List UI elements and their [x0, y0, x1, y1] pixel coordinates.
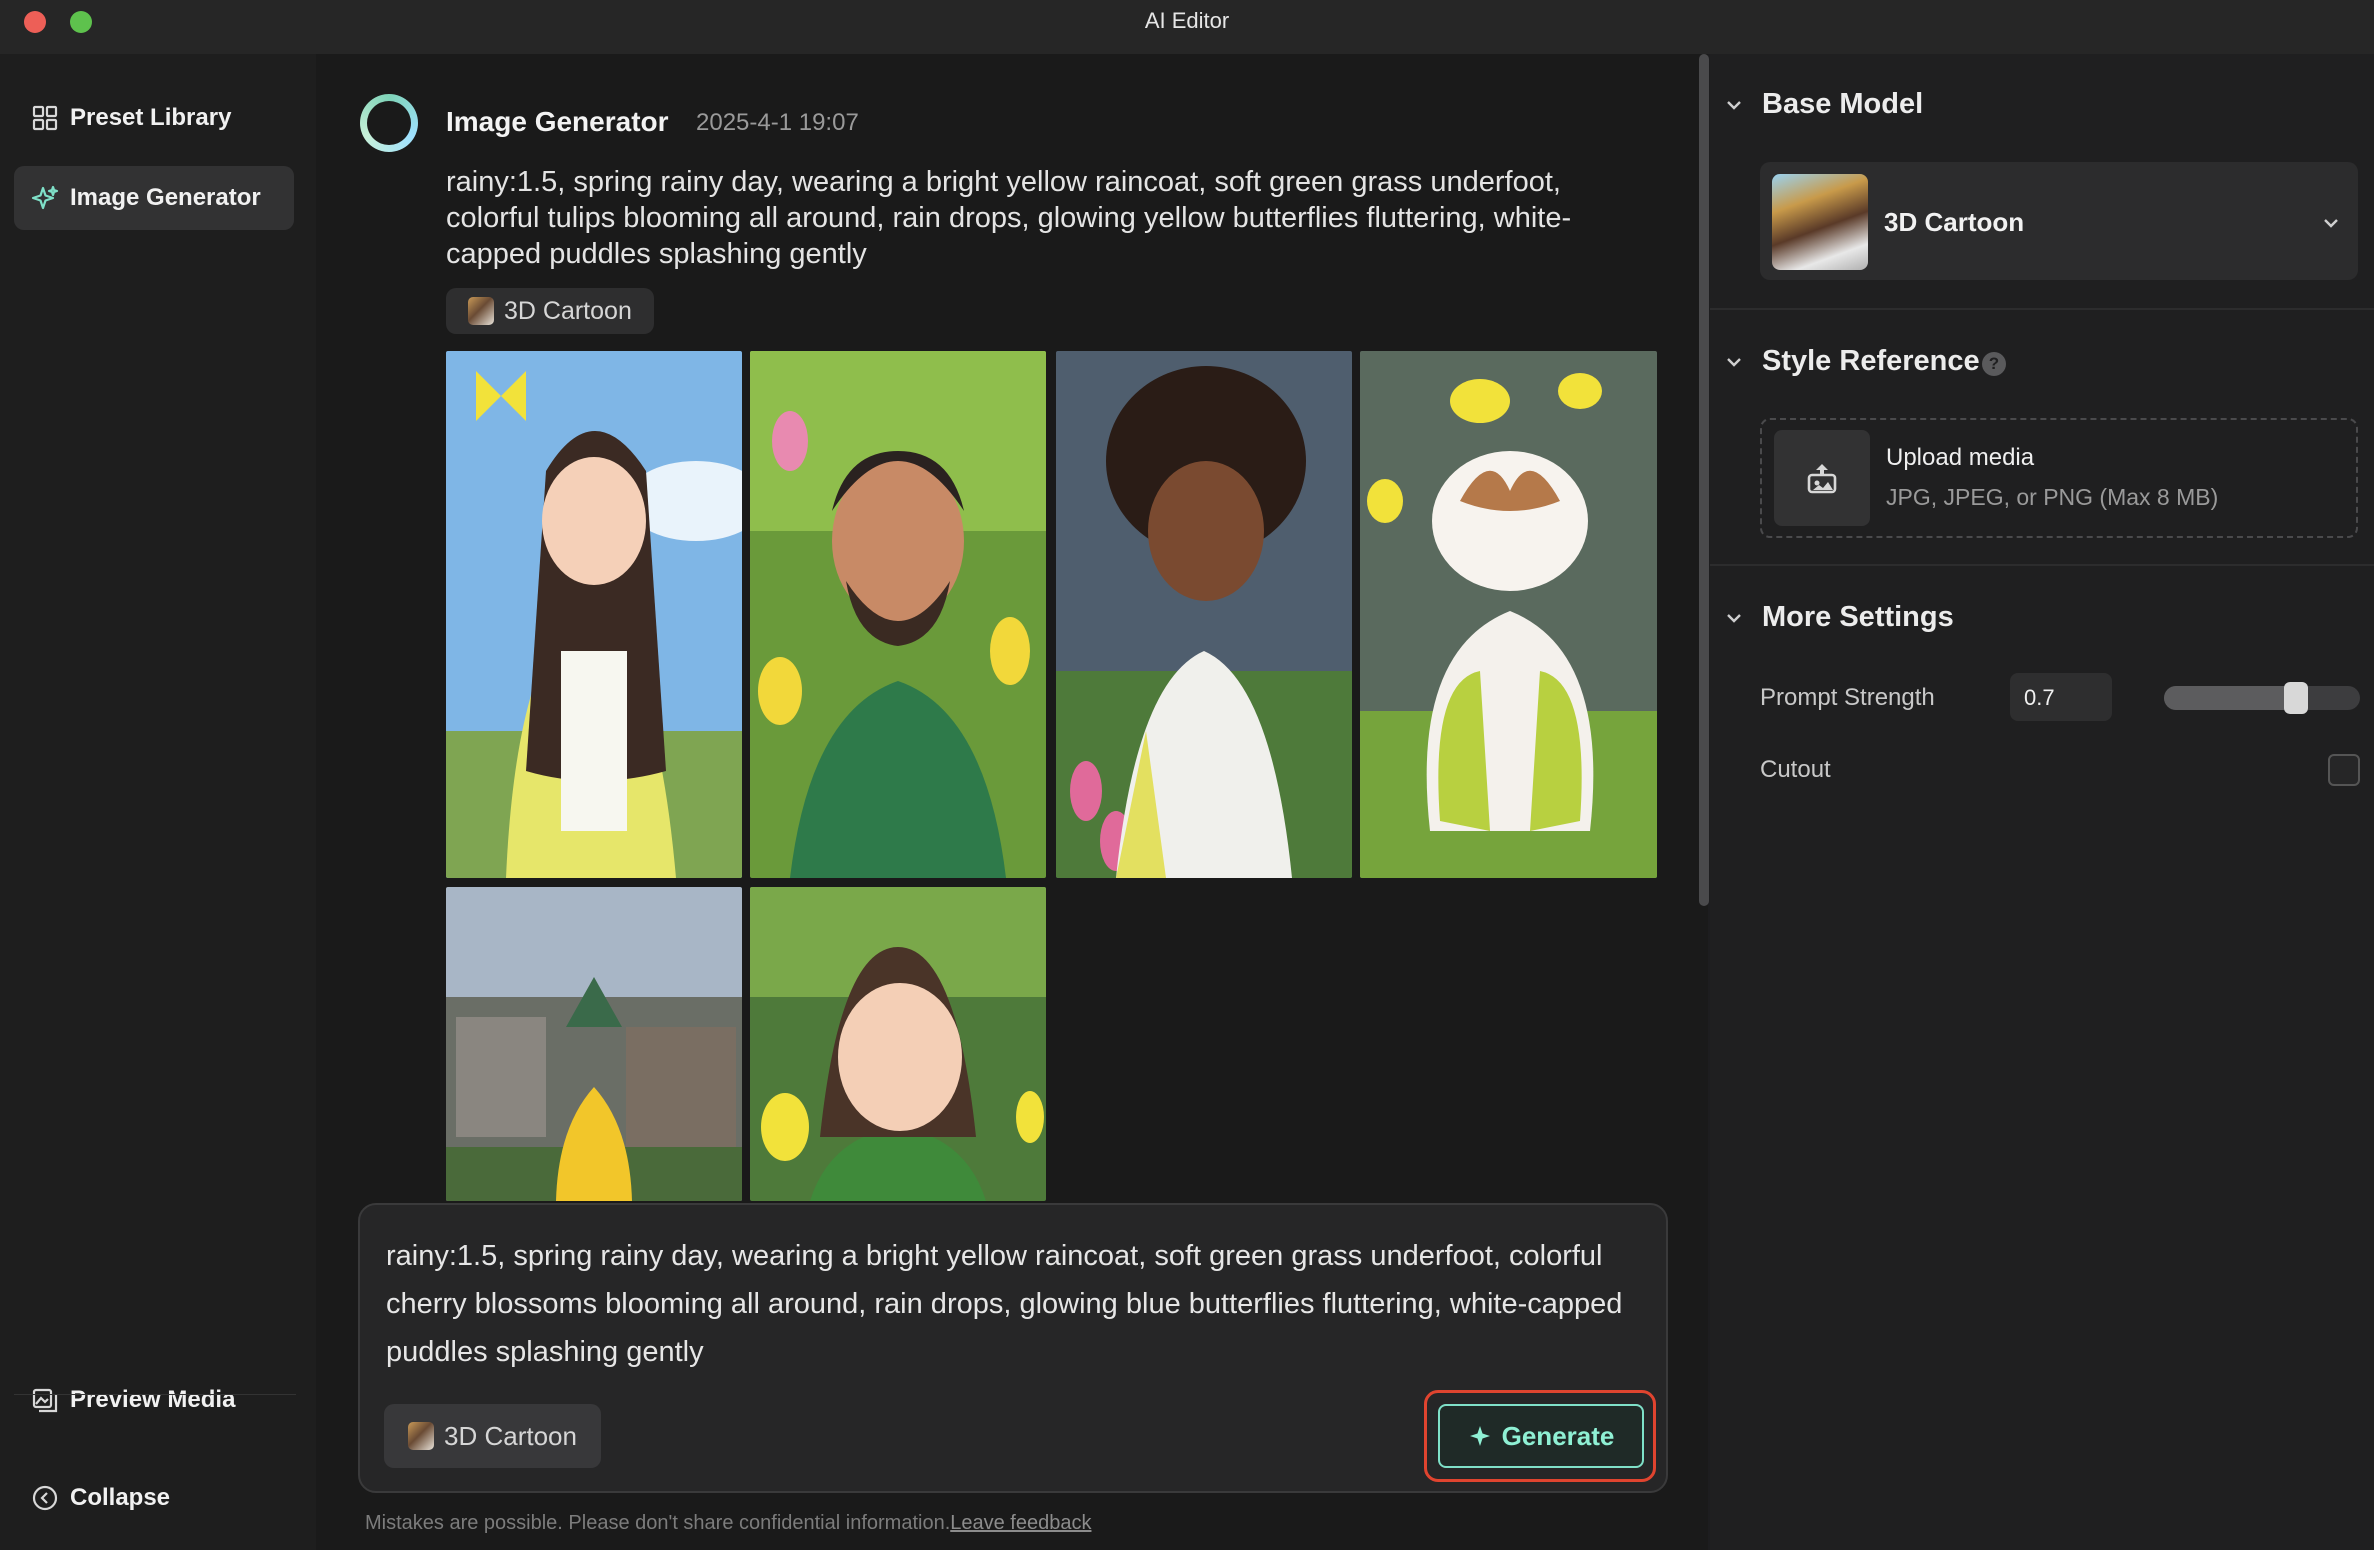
- result-image[interactable]: [446, 351, 742, 878]
- composer-model-chip-label: 3D Cartoon: [444, 1420, 577, 1451]
- sidebar-item-preset-library[interactable]: Preset Library: [14, 86, 294, 150]
- model-thumbnail: [408, 1422, 434, 1450]
- cutout-checkbox[interactable]: [2328, 754, 2360, 786]
- sidebar-item-label: Preset Library: [70, 104, 232, 131]
- more-settings-title: More Settings: [1762, 601, 1954, 633]
- style-reference-section-header[interactable]: Style Reference: [1724, 345, 1980, 378]
- collapse-label: Collapse: [70, 1484, 171, 1511]
- sidebar-item-image-generator[interactable]: Image Generator: [14, 166, 294, 230]
- sparkle-icon: [30, 183, 60, 213]
- chevron-down-icon: [2324, 219, 2338, 228]
- sidebar: [0, 54, 316, 1550]
- base-model-section-header[interactable]: Base Model: [1724, 88, 1923, 121]
- result-image[interactable]: [750, 887, 1046, 1201]
- slider-thumb[interactable]: [2284, 682, 2309, 714]
- sparkle-icon: [1469, 1426, 1490, 1446]
- sidebar-item-label: Image Generator: [70, 184, 261, 211]
- result-image[interactable]: [1056, 351, 1352, 878]
- more-settings-section-header[interactable]: More Settings: [1724, 601, 1954, 634]
- generate-button[interactable]: Generate: [1438, 1404, 1644, 1468]
- generation-timestamp: 2025-4-1 19:07: [696, 109, 859, 136]
- grid-icon: [30, 103, 60, 133]
- composer-model-chip[interactable]: 3D Cartoon: [384, 1404, 601, 1468]
- prompt-strength-label: Prompt Strength: [1760, 684, 1935, 711]
- base-model-name: 3D Cartoon: [1884, 207, 2025, 237]
- slider-fill: [2164, 686, 2297, 710]
- chevron-left-circle-icon: [30, 1483, 60, 1513]
- result-image[interactable]: [446, 887, 742, 1201]
- title-bar: AI Editor: [0, 0, 2374, 54]
- disclaimer-text: Mistakes are possible. Please don't shar…: [365, 1512, 951, 1534]
- prompt-strength-slider[interactable]: [2164, 686, 2360, 710]
- window-title: AI Editor: [1144, 8, 1230, 33]
- generation-prompt: rainy:1.5, spring rainy day, wearing a b…: [446, 166, 1572, 270]
- base-model-title: Base Model: [1762, 88, 1924, 120]
- upload-title: Upload media: [1886, 444, 2035, 471]
- sidebar-item-preview-media[interactable]: Preview Media: [14, 1368, 294, 1432]
- disclaimer: Mistakes are possible. Please don't shar…: [365, 1512, 1091, 1535]
- preview-media-label: Preview Media: [70, 1386, 236, 1413]
- prompt-input[interactable]: rainy:1.5, spring rainy day, wearing a b…: [386, 1232, 1646, 1376]
- preview-media-icon: [30, 1385, 60, 1415]
- leave-feedback-link[interactable]: Leave feedback: [950, 1512, 1091, 1534]
- model-thumbnail: [468, 297, 494, 325]
- upload-hint: JPG, JPEG, or PNG (Max 8 MB): [1886, 484, 2219, 510]
- sidebar-divider: [14, 1394, 296, 1395]
- model-chip: 3D Cartoon: [446, 288, 654, 334]
- help-icon[interactable]: ?: [1982, 352, 2006, 376]
- chevron-down-icon: [1727, 100, 1741, 110]
- cutout-label: Cutout: [1760, 756, 1831, 783]
- chevron-down-icon: [1727, 357, 1741, 367]
- generate-button-label: Generate: [1501, 1420, 1615, 1451]
- style-reference-title: Style Reference: [1762, 345, 1980, 377]
- section-divider: [1710, 308, 2374, 310]
- upload-icon: [1774, 430, 1870, 526]
- result-image[interactable]: [1360, 351, 1657, 878]
- main-scrollbar[interactable]: [1699, 54, 1709, 906]
- chevron-down-icon: [1727, 613, 1741, 623]
- generator-logo-icon: [360, 94, 418, 152]
- prompt-strength-input[interactable]: 0.7: [2010, 673, 2112, 721]
- model-chip-label: 3D Cartoon: [504, 296, 632, 325]
- base-model-thumbnail: [1772, 174, 1868, 270]
- section-divider: [1710, 564, 2374, 566]
- collapse-button[interactable]: Collapse: [14, 1466, 294, 1530]
- result-image[interactable]: [750, 351, 1046, 878]
- generation-title: Image Generator: [446, 106, 669, 137]
